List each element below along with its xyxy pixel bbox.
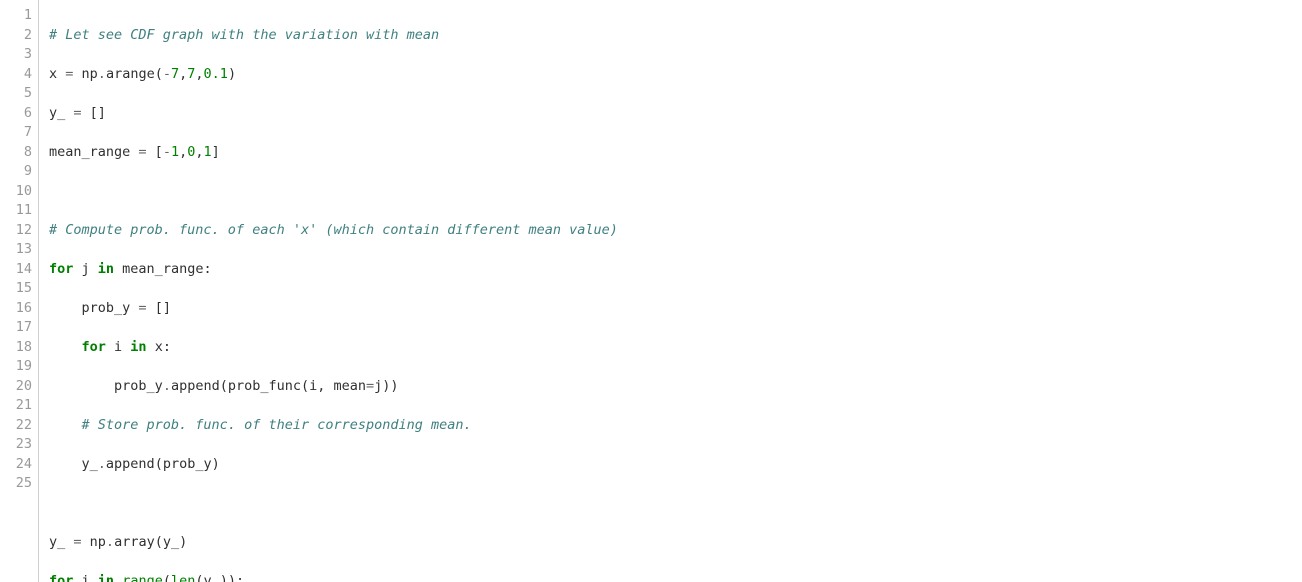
line-number: 1	[0, 6, 32, 26]
line-number: 12	[0, 221, 32, 241]
line-number: 2	[0, 26, 32, 46]
line-number: 14	[0, 260, 32, 280]
line-number: 21	[0, 396, 32, 416]
comment: # Let see CDF graph with the variation w…	[49, 27, 439, 43]
code-line[interactable]: # Compute prob. func. of each 'x' (which…	[49, 221, 1302, 241]
line-number: 8	[0, 143, 32, 163]
line-number: 3	[0, 45, 32, 65]
code-line[interactable]: for i in x:	[49, 338, 1302, 358]
line-number: 19	[0, 357, 32, 377]
line-number: 18	[0, 338, 32, 358]
line-number: 11	[0, 201, 32, 221]
code-line[interactable]: prob_y.append(prob_func(i, mean=j))	[49, 377, 1302, 397]
line-number: 17	[0, 318, 32, 338]
line-number-gutter: 1 2 3 4 5 6 7 8 9 10 11 12 13 14 15 16 1…	[0, 0, 39, 582]
line-number: 4	[0, 65, 32, 85]
line-number: 25	[0, 474, 32, 494]
line-number: 9	[0, 162, 32, 182]
code-line[interactable]: y_ = np.array(y_)	[49, 533, 1302, 553]
code-line[interactable]	[49, 182, 1302, 202]
code-line[interactable]: # Store prob. func. of their correspondi…	[49, 416, 1302, 436]
code-line[interactable]: x = np.arange(-7,7,0.1)	[49, 65, 1302, 85]
code-line[interactable]: for i in range(len(y_)):	[49, 572, 1302, 582]
comment: # Compute prob. func. of each 'x' (which…	[49, 222, 618, 238]
code-area[interactable]: # Let see CDF graph with the variation w…	[39, 0, 1302, 582]
line-number: 22	[0, 416, 32, 436]
code-line[interactable]: prob_y = []	[49, 299, 1302, 319]
line-number: 20	[0, 377, 32, 397]
code-line[interactable]: y_.append(prob_y)	[49, 455, 1302, 475]
code-line[interactable]: # Let see CDF graph with the variation w…	[49, 26, 1302, 46]
line-number: 5	[0, 84, 32, 104]
line-number: 6	[0, 104, 32, 124]
code-line[interactable]: mean_range = [-1,0,1]	[49, 143, 1302, 163]
code-line[interactable]: for j in mean_range:	[49, 260, 1302, 280]
line-number: 16	[0, 299, 32, 319]
line-number: 13	[0, 240, 32, 260]
code-line[interactable]	[49, 494, 1302, 514]
comment: # Store prob. func. of their correspondi…	[82, 417, 472, 433]
line-number: 7	[0, 123, 32, 143]
code-cell: 1 2 3 4 5 6 7 8 9 10 11 12 13 14 15 16 1…	[0, 0, 1302, 582]
line-number: 23	[0, 435, 32, 455]
line-number: 10	[0, 182, 32, 202]
line-number: 24	[0, 455, 32, 475]
code-line[interactable]: y_ = []	[49, 104, 1302, 124]
line-number: 15	[0, 279, 32, 299]
